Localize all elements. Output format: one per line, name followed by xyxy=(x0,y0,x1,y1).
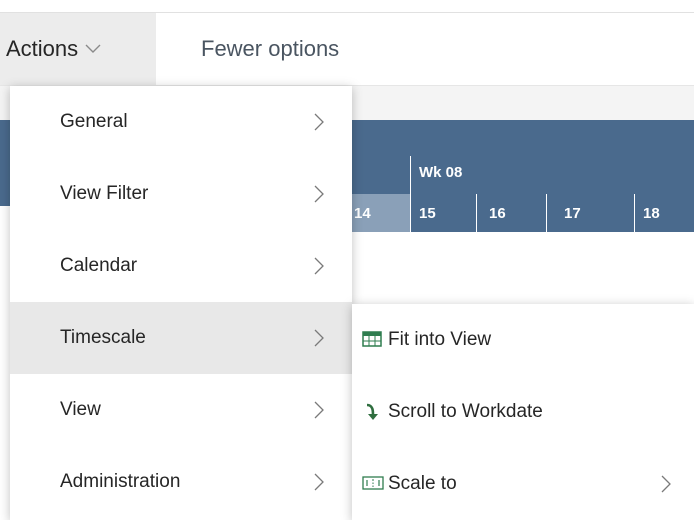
day-separator xyxy=(634,194,635,232)
menu-item-administration[interactable]: Administration xyxy=(10,446,352,518)
scroll-to-workdate-icon xyxy=(362,402,382,427)
submenu-item-scroll-to-workdate[interactable]: Scroll to Workdate xyxy=(352,376,694,448)
menu-item-calendar[interactable]: Calendar xyxy=(10,230,352,302)
menu-item-label: Administration xyxy=(60,471,181,492)
chevron-right-icon xyxy=(313,400,325,425)
day-separator xyxy=(546,194,547,232)
gantt-day-label: 18 xyxy=(643,204,660,222)
chevron-right-icon xyxy=(313,184,325,209)
submenu-item-label: Fit into View xyxy=(388,329,492,350)
submenu-item-label: Scale to xyxy=(388,473,457,494)
fewer-options-button[interactable]: Fewer options xyxy=(201,13,339,85)
submenu-item-fit-into-view[interactable]: Fit into View xyxy=(352,304,694,376)
chevron-right-icon xyxy=(313,112,325,137)
week-separator xyxy=(410,156,411,232)
week-label: Wk 08 xyxy=(419,164,463,181)
chevron-right-icon xyxy=(313,472,325,497)
chevron-right-icon xyxy=(313,256,325,281)
gantt-day-label: 15 xyxy=(419,204,436,222)
submenu-item-scale-to[interactable]: Scale to xyxy=(352,448,694,520)
menu-item-general[interactable]: General xyxy=(10,86,352,158)
actions-menu-button[interactable]: Actions xyxy=(0,13,156,85)
menu-item-label: View Filter xyxy=(60,183,149,204)
menu-item-view-filter[interactable]: View Filter xyxy=(10,158,352,230)
chevron-right-icon xyxy=(660,474,672,499)
action-bar: Actions Fewer options xyxy=(0,13,694,85)
gantt-day-prev-label: 14 xyxy=(354,204,371,222)
day-separator xyxy=(476,194,477,232)
actions-dropdown-menu: General View Filter Calendar Timescale V… xyxy=(10,86,352,520)
menu-item-label: General xyxy=(60,111,128,132)
gantt-day-label: 17 xyxy=(564,204,581,222)
chevron-down-icon xyxy=(84,41,102,59)
menu-item-timescale[interactable]: Timescale xyxy=(10,302,352,374)
timescale-submenu: Fit into View Scroll to Workdate Scale t… xyxy=(352,304,694,520)
gantt-day-label: 16 xyxy=(489,204,506,222)
chevron-right-icon xyxy=(313,328,325,353)
submenu-item-label: Scroll to Workdate xyxy=(388,401,543,422)
scale-to-icon xyxy=(362,474,384,497)
fit-into-view-icon xyxy=(362,330,382,353)
menu-item-view[interactable]: View xyxy=(10,374,352,446)
menu-item-label: View xyxy=(60,399,101,420)
actions-label: Actions xyxy=(6,36,79,61)
menu-item-label: Timescale xyxy=(60,327,146,348)
menu-item-label: Calendar xyxy=(60,255,138,276)
